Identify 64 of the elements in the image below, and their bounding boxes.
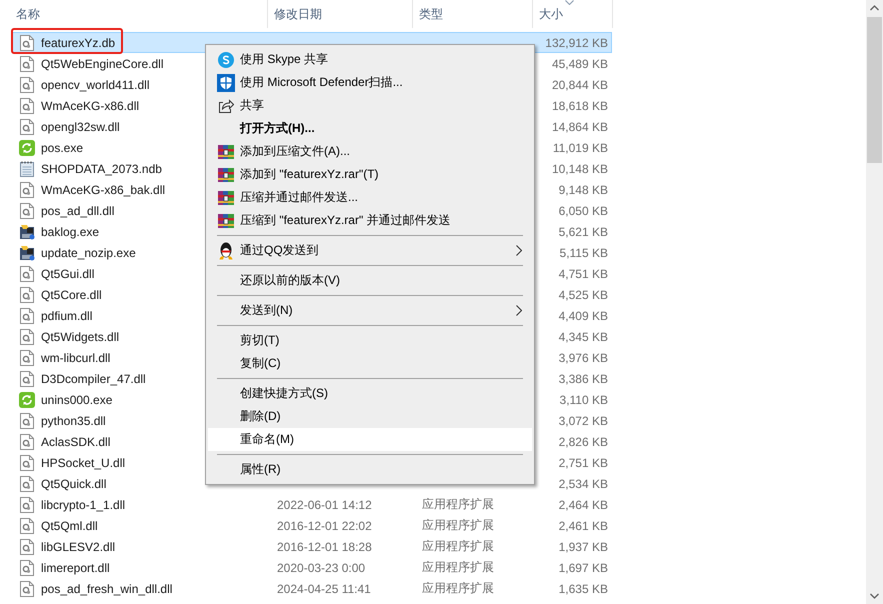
file-name: pdfium.dll	[41, 308, 92, 322]
file-name: featurexYz.db	[41, 36, 116, 50]
type-cell: 应用程序扩展	[422, 497, 494, 511]
file-name: opengl32sw.dll	[41, 120, 120, 134]
file-name: update_nozip.exe	[41, 246, 136, 260]
date-cell: 2016-12-01 22:02	[277, 518, 372, 532]
size-cell: 2,534 KB	[558, 476, 608, 490]
type-cell: 应用程序扩展	[422, 560, 494, 574]
size-cell: 132,912 KB	[545, 36, 608, 50]
file-name: Qt5Widgets.dll	[41, 330, 120, 344]
file-name: pos.exe	[41, 140, 84, 154]
type-cell: 应用程序扩展	[422, 518, 494, 532]
size-cell: 4,751 KB	[558, 266, 608, 280]
file-name: wm-libcurl.dll	[41, 350, 110, 364]
size-cell: 3,072 KB	[558, 414, 608, 428]
date-cell: 2024-04-25 11:41	[277, 582, 371, 596]
type-cell: 应用程序扩展	[422, 581, 494, 595]
file-name: libGLESV2.dll	[41, 540, 116, 554]
file-name: libcrypto-1_1.dll	[41, 498, 126, 512]
size-cell: 4,409 KB	[558, 308, 608, 322]
size-cell: 18,618 KB	[552, 98, 608, 112]
size-cell: 9,148 KB	[558, 182, 608, 196]
file-name: opencv_world411.dll	[41, 78, 150, 92]
file-name: unins000.exe	[41, 392, 112, 406]
file-name: Qt5Gui.dll	[41, 266, 94, 280]
size-cell: 2,826 KB	[558, 434, 608, 448]
size-cell: 3,976 KB	[558, 350, 608, 364]
file-name: WmAceKG-x86_bak.dll	[41, 182, 166, 196]
size-cell: 1,937 KB	[558, 540, 608, 554]
date-cell: 2022-06-01 14:12	[277, 498, 372, 512]
file-name: baklog.exe	[41, 224, 100, 238]
size-cell: 45,489 KB	[552, 56, 608, 70]
size-cell: 2,464 KB	[558, 498, 608, 512]
file-name: pos_ad_dll.dll	[41, 204, 114, 218]
date-cell: 2020-03-23 0:00	[277, 560, 366, 574]
date-cell: 2016-12-01 18:28	[277, 540, 372, 554]
size-cell: 3,386 KB	[558, 372, 608, 386]
file-name: WmAceKG-x86.dll	[41, 98, 140, 112]
file-name: Qt5Qml.dll	[41, 518, 98, 532]
size-cell: 5,621 KB	[558, 224, 608, 238]
size-cell: 4,525 KB	[558, 288, 608, 302]
size-cell: 11,019 KB	[552, 140, 608, 154]
size-cell: 3,110 KB	[560, 392, 608, 406]
size-cell: 2,461 KB	[558, 518, 608, 532]
file-name: AclasSDK.dll	[41, 434, 110, 448]
size-cell: 6,050 KB	[558, 204, 608, 218]
size-cell: 5,115 KB	[560, 246, 608, 260]
size-cell: 14,864 KB	[552, 120, 608, 134]
size-cell: 1,697 KB	[558, 560, 608, 574]
size-cell: 2,751 KB	[558, 456, 608, 470]
size-cell: 1,635 KB	[558, 582, 608, 596]
file-name: python35.dll	[41, 414, 106, 428]
size-cell: 10,148 KB	[552, 162, 608, 176]
file-name: SHOPDATA_2073.ndb	[41, 162, 162, 176]
size-cell: 4,345 KB	[558, 330, 608, 344]
file-name: HPSocket_U.dll	[41, 456, 126, 470]
file-name: limereport.dll	[41, 560, 110, 574]
file-name: Qt5Quick.dll	[41, 476, 106, 490]
file-name: D3Dcompiler_47.dll	[41, 372, 146, 386]
file-name: pos_ad_fresh_win_dll.dll	[41, 582, 172, 596]
file-name: Qt5WebEngineCore.dll	[41, 56, 164, 70]
type-cell: 应用程序扩展	[422, 539, 494, 553]
size-cell: 20,844 KB	[552, 78, 608, 92]
file-name: Qt5Core.dll	[41, 288, 102, 302]
